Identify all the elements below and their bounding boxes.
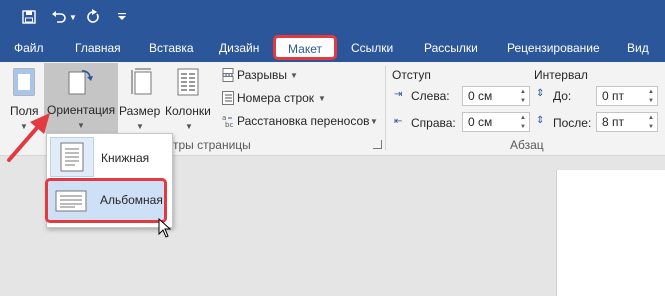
- hyphenation-dropdown-icon: ▼: [370, 117, 378, 126]
- undo-dropdown-icon[interactable]: ▼: [69, 13, 77, 22]
- hyphenation-icon: a bc: [222, 114, 233, 127]
- spacing-after-value: 8 пт: [602, 115, 625, 129]
- save-icon[interactable]: [22, 10, 36, 24]
- tab-design[interactable]: Дизайн: [219, 41, 259, 55]
- indent-right-value: 0 см: [468, 115, 493, 129]
- line-numbers-button[interactable]: Номера строк ▼: [219, 88, 359, 108]
- group-separator: [385, 66, 386, 150]
- columns-button[interactable]: Колонки ▼: [163, 66, 215, 131]
- indent-left-down-icon[interactable]: ▼: [519, 97, 527, 105]
- orientation-portrait-item[interactable]: Книжная: [47, 136, 172, 178]
- spacing-before-up-icon[interactable]: ▲: [647, 88, 655, 96]
- indent-header: Отступ: [392, 68, 431, 82]
- portrait-label: Книжная: [101, 151, 150, 165]
- spacing-header: Интервал: [534, 68, 588, 82]
- line-numbers-dropdown-icon: ▼: [318, 94, 326, 103]
- columns-label: Колонки: [165, 104, 211, 118]
- tab-view[interactable]: Вид: [627, 41, 649, 55]
- tab-mailings[interactable]: Рассылки: [424, 41, 478, 55]
- indent-left-input[interactable]: 0 см ▲ ▼: [462, 86, 530, 106]
- orientation-landscape-item[interactable]: Альбомная: [45, 178, 167, 223]
- indent-left-value: 0 см: [468, 89, 493, 103]
- indent-right-input[interactable]: 0 см ▲ ▼: [462, 112, 530, 132]
- document-page[interactable]: [556, 170, 665, 296]
- orientation-icon: [68, 70, 93, 95]
- breaks-icon: [222, 68, 234, 82]
- columns-dropdown-icon: ▼: [185, 122, 193, 131]
- spacing-before-label: До:: [553, 89, 572, 103]
- tab-layout-label: Макет: [288, 42, 322, 56]
- size-icon: [131, 68, 152, 95]
- landscape-page-icon: [55, 190, 87, 212]
- hyphenation-button[interactable]: a bc Расстановка переносов ▼: [219, 111, 384, 131]
- spacing-before-value: 0 пт: [602, 89, 625, 103]
- indent-right-up-icon[interactable]: ▲: [519, 114, 527, 122]
- indent-left-label: Слева:: [411, 89, 450, 103]
- spacing-before-icon: ⇕: [536, 88, 545, 99]
- spacing-after-icon: ⇕: [536, 115, 545, 126]
- breaks-button[interactable]: Разрывы ▼: [219, 65, 319, 85]
- line-numbers-label: Номера строк: [237, 91, 315, 105]
- customize-icon[interactable]: [118, 13, 126, 21]
- annotation-arrow-icon: [7, 113, 50, 162]
- indent-left-up-icon[interactable]: ▲: [519, 88, 527, 96]
- page-setup-launcher-icon[interactable]: [373, 140, 382, 149]
- spacing-after-down-icon[interactable]: ▼: [647, 123, 655, 131]
- margins-icon: [13, 68, 35, 96]
- spacing-after-input[interactable]: 8 пт ▲ ▼: [596, 112, 658, 132]
- tab-home[interactable]: Главная: [75, 41, 121, 55]
- indent-right-label: Справа:: [411, 116, 456, 130]
- title-bar: ▼: [0, 0, 665, 34]
- columns-icon: [177, 68, 199, 96]
- hyphenation-label: Расстановка переносов: [237, 114, 370, 128]
- breaks-label: Разрывы: [237, 68, 287, 82]
- tab-review[interactable]: Рецензирование: [507, 41, 600, 55]
- paragraph-group-label: Абзац: [510, 138, 544, 152]
- spacing-before-input[interactable]: 0 пт ▲ ▼: [596, 86, 658, 106]
- indent-right-down-icon[interactable]: ▼: [519, 123, 527, 131]
- landscape-label: Альбомная: [100, 193, 163, 207]
- svg-text:bc: bc: [225, 121, 233, 127]
- spacing-after-up-icon[interactable]: ▲: [647, 114, 655, 122]
- redo-icon[interactable]: [86, 9, 100, 24]
- portrait-page-icon: [60, 142, 84, 172]
- orientation-dropdown-icon: ▼: [77, 121, 85, 130]
- size-button[interactable]: Размер ▼: [119, 66, 163, 131]
- mouse-cursor-icon: [158, 218, 172, 238]
- indent-left-icon: ⇥: [394, 89, 403, 100]
- tab-layout[interactable]: Макет: [273, 35, 337, 60]
- indent-right-icon: ⇤: [394, 116, 403, 127]
- tab-file[interactable]: Файл: [14, 41, 44, 55]
- tab-references[interactable]: Ссылки: [351, 41, 393, 55]
- tab-insert[interactable]: Вставка: [149, 41, 194, 55]
- page-setup-group-label: тры страницы: [173, 138, 251, 152]
- breaks-dropdown-icon: ▼: [290, 71, 298, 80]
- size-label: Размер: [119, 104, 161, 118]
- size-dropdown-icon: ▼: [136, 122, 144, 131]
- spacing-before-down-icon[interactable]: ▼: [647, 97, 655, 105]
- undo-icon[interactable]: [51, 10, 67, 24]
- spacing-after-label: После:: [553, 116, 592, 130]
- line-numbers-icon: [222, 91, 234, 105]
